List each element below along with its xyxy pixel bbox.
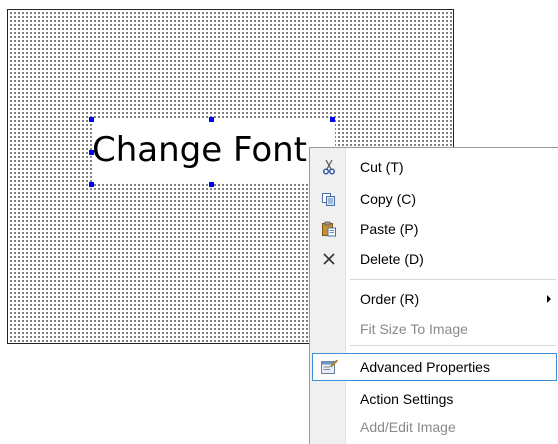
scissors-icon bbox=[320, 158, 338, 176]
resize-handle-middle-left[interactable] bbox=[89, 150, 94, 155]
properties-icon bbox=[320, 358, 338, 376]
menu-item-add-edit-image[interactable]: Add/Edit Image bbox=[312, 413, 557, 441]
menu-item-label: Copy (C) bbox=[360, 191, 417, 207]
menu-item-label: Delete (D) bbox=[360, 251, 424, 267]
menu-item-copy[interactable]: Copy (C) bbox=[312, 185, 557, 213]
selected-text-object[interactable]: Change Font bbox=[92, 120, 335, 184]
menu-item-label: Advanced Properties bbox=[360, 359, 490, 375]
menu-item-delete[interactable]: Delete (D) bbox=[312, 245, 557, 273]
resize-handle-top-middle[interactable] bbox=[209, 117, 214, 122]
menu-separator bbox=[350, 279, 556, 280]
menu-item-label: Order (R) bbox=[360, 291, 420, 307]
menu-item-label: Action Settings bbox=[360, 391, 454, 407]
menu-separator bbox=[350, 345, 556, 346]
menu-item-label: Fit Size To Image bbox=[360, 321, 468, 337]
menu-item-label: Cut (T) bbox=[360, 159, 404, 175]
editor-stage: Change Font Cut (T) Copy (C) Paste (P) D… bbox=[0, 0, 558, 444]
menu-item-label: Paste (P) bbox=[360, 221, 419, 237]
menu-item-paste[interactable]: Paste (P) bbox=[312, 215, 557, 243]
context-menu: Cut (T) Copy (C) Paste (P) Delete (D) Or… bbox=[309, 147, 558, 444]
resize-handle-bottom-middle[interactable] bbox=[209, 182, 214, 187]
delete-x-icon bbox=[320, 250, 338, 268]
menu-item-label: Add/Edit Image bbox=[360, 419, 456, 435]
copy-icon bbox=[320, 190, 338, 208]
menu-item-order[interactable]: Order (R) bbox=[312, 285, 557, 313]
menu-item-cut[interactable]: Cut (T) bbox=[312, 153, 557, 181]
submenu-arrow-icon bbox=[547, 295, 551, 303]
resize-handle-bottom-left[interactable] bbox=[89, 182, 94, 187]
menu-item-advanced-properties[interactable]: Advanced Properties bbox=[312, 353, 557, 381]
menu-item-action-settings[interactable]: Action Settings bbox=[312, 385, 557, 413]
resize-handle-top-left[interactable] bbox=[89, 117, 94, 122]
menu-item-fit-size-to-image[interactable]: Fit Size To Image bbox=[312, 315, 557, 343]
text-object-label: Change Font bbox=[92, 130, 308, 170]
resize-handle-top-right[interactable] bbox=[330, 117, 335, 122]
paste-icon bbox=[320, 220, 338, 238]
